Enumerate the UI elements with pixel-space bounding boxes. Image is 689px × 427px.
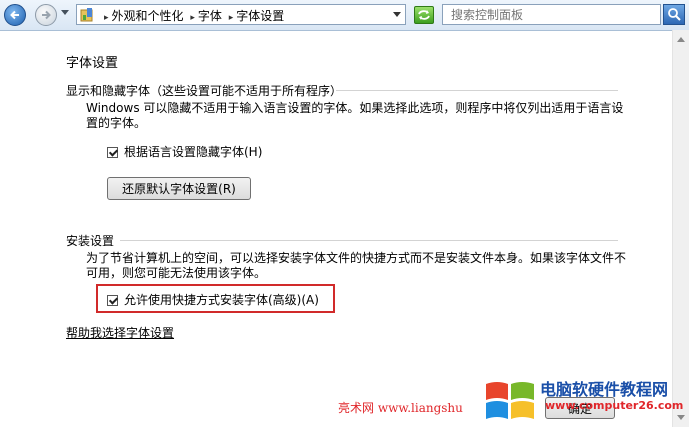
shortcut-install-label[interactable]: 允许使用快捷方式安装字体(高级)(A)	[124, 293, 319, 307]
show-hide-description: Windows 可以隐藏不适用于输入语言设置的字体。如果选择此选项，则程序中将仅…	[86, 101, 624, 130]
search-icon	[668, 8, 681, 21]
restore-default-button[interactable]: 还原默认字体设置(R)	[107, 177, 251, 200]
forward-arrow-icon	[42, 10, 51, 20]
help-link[interactable]: 帮助我选择字体设置	[66, 324, 174, 341]
breadcrumb: ▸ 外观和个性化 ▸ 字体 ▸ 字体设置	[101, 7, 284, 24]
forward-button[interactable]	[35, 4, 57, 26]
address-bar[interactable]: ▸ 外观和个性化 ▸ 字体 ▸ 字体设置	[76, 4, 406, 25]
shortcut-install-checkbox[interactable]	[107, 295, 118, 306]
navigation-bar: ▸ 外观和个性化 ▸ 字体 ▸ 字体设置	[0, 0, 689, 31]
hide-fonts-option[interactable]: 根据语言设置隐藏字体(H)	[107, 143, 262, 160]
watermark-left-text: 亮术网 www.liangshu	[338, 401, 463, 415]
back-arrow-icon	[10, 10, 19, 20]
hide-fonts-label[interactable]: 根据语言设置隐藏字体(H)	[124, 145, 262, 159]
watermark-site: www.computer26.com	[545, 399, 684, 412]
refresh-icon	[418, 10, 430, 20]
page-title: 字体设置	[66, 56, 119, 71]
breadcrumb-item[interactable]: 外观和个性化	[112, 9, 184, 23]
section-heading-show-hide: 显示和隐藏字体（这些设置可能不适用于所有程序）	[66, 84, 343, 98]
address-dropdown-icon[interactable]	[393, 12, 401, 17]
back-button[interactable]	[4, 4, 26, 26]
section-divider	[120, 240, 618, 241]
shortcut-install-option[interactable]: 允许使用快捷方式安装字体(高级)(A)	[107, 291, 319, 308]
search-button[interactable]	[663, 4, 685, 25]
refresh-button[interactable]	[414, 6, 434, 24]
hide-fonts-checkbox[interactable]	[107, 147, 118, 158]
install-description: 为了节省计算机上的空间，可以选择安装字体文件的快捷方式而不是安装文件本身。如果该…	[86, 251, 627, 280]
breadcrumb-separator-icon[interactable]: ▸	[190, 13, 195, 23]
section-heading-install: 安装设置	[66, 234, 115, 248]
breadcrumb-separator-icon: ▸	[104, 13, 109, 23]
watermark-title: 电脑软硬件教程网	[540, 380, 669, 399]
search-input[interactable]	[451, 6, 651, 23]
search-box[interactable]	[442, 4, 661, 25]
control-panel-icon	[80, 8, 93, 22]
scroll-up-icon[interactable]	[677, 37, 685, 42]
scroll-down-icon[interactable]	[677, 415, 685, 420]
breadcrumb-separator-icon[interactable]: ▸	[229, 13, 234, 23]
watermark-windows-logo-icon	[486, 382, 534, 419]
vertical-scrollbar[interactable]	[672, 30, 689, 427]
breadcrumb-item[interactable]: 字体	[198, 9, 222, 23]
breadcrumb-item[interactable]: 字体设置	[236, 9, 284, 23]
recent-pages-dropdown[interactable]	[61, 10, 69, 15]
section-divider	[336, 90, 618, 91]
